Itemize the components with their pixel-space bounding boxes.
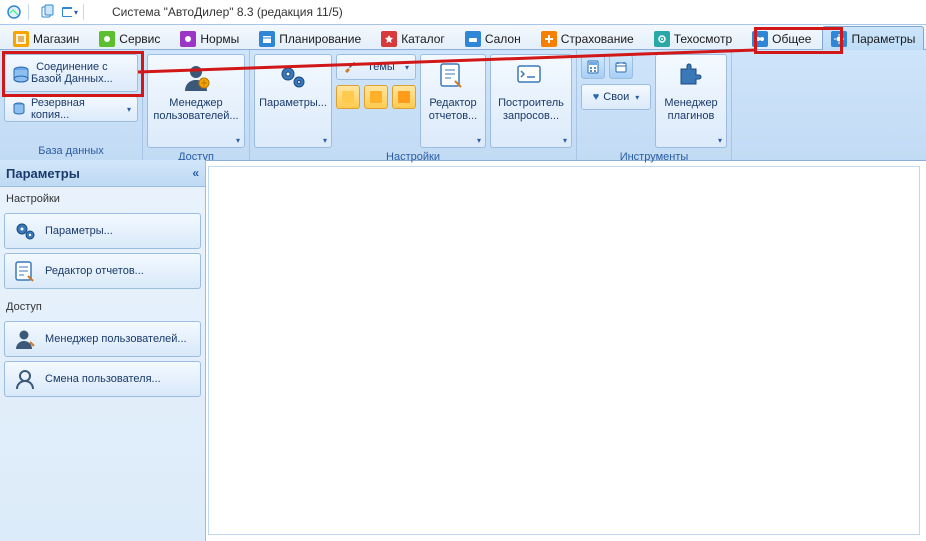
theme-swatches — [336, 84, 416, 110]
db-connection-button[interactable]: Соединение сБазой Данных... — [4, 54, 138, 92]
tab-salon[interactable]: Салон — [456, 26, 530, 50]
tab-inspection[interactable]: Техосмотр — [645, 26, 741, 50]
plugin-manager-button[interactable]: Менеджерплагинов ▾ — [655, 54, 727, 148]
tab-common[interactable]: Общее — [743, 26, 820, 50]
ribbon-group-label: База данных — [4, 142, 138, 160]
sidebar-collapse-icon[interactable]: « — [192, 166, 199, 180]
tab-parameters[interactable]: Параметры — [822, 26, 924, 50]
brush-icon — [343, 59, 359, 75]
own-tools-dropdown[interactable]: ♥ Свои▾ — [581, 84, 651, 110]
tab-catalog[interactable]: Каталог — [372, 26, 454, 50]
database-icon — [11, 65, 27, 81]
content-area: Параметры « Настройки Параметры... Редак… — [0, 160, 926, 541]
ribbon-group-settings: Параметры... ▾ Темы▾ Редакторотчетов... … — [250, 50, 577, 160]
user-manager-icon — [13, 327, 37, 351]
report-icon — [437, 61, 469, 93]
copy-icon[interactable] — [37, 2, 57, 22]
puzzle-icon — [675, 61, 707, 93]
app-icon[interactable] — [4, 2, 24, 22]
calendar-icon[interactable] — [609, 55, 633, 79]
parameters-button[interactable]: Параметры... ▾ — [254, 54, 332, 148]
tab-norms[interactable]: Нормы — [171, 26, 248, 50]
sidebar: Параметры « Настройки Параметры... Редак… — [0, 160, 206, 541]
database-backup-icon — [11, 101, 27, 117]
sidebar-btn-report-editor[interactable]: Редактор отчетов... — [4, 253, 201, 289]
sidebar-header: Параметры « — [0, 160, 205, 187]
main-panel — [208, 166, 920, 535]
themes-dropdown[interactable]: Темы▾ — [336, 54, 416, 80]
user-manager-button[interactable]: Менеджерпользователей... ▾ — [147, 54, 245, 148]
ribbon-group-database: Соединение сБазой Данных... Резервная ко… — [0, 50, 143, 160]
user-manager-icon — [180, 61, 212, 93]
gears-icon — [277, 61, 309, 93]
theme-swatch-2[interactable] — [364, 85, 388, 109]
tab-insurance[interactable]: Страхование — [532, 26, 643, 50]
app-title: Система "АвтоДилер" 8.3 (редакция 11/5) — [112, 5, 343, 19]
windows-icon[interactable]: ▾ — [59, 2, 79, 22]
title-bar: ▾ Система "АвтоДилер" 8.3 (редакция 11/5… — [0, 0, 926, 25]
tab-planning[interactable]: Планирование — [250, 26, 370, 50]
ribbon-group-tools: ♥ Свои▾ Менеджерплагинов ▾ Инструменты — [577, 50, 732, 160]
heart-icon: ♥ — [593, 91, 600, 103]
sidebar-btn-parameters[interactable]: Параметры... — [4, 213, 201, 249]
theme-swatch-3[interactable] — [392, 85, 416, 109]
ribbon-tabstrip: Магазин Сервис Нормы Планирование Катало… — [0, 25, 926, 50]
sidebar-btn-user-manager[interactable]: Менеджер пользователей... — [4, 321, 201, 357]
gears-icon — [13, 219, 37, 243]
tab-store[interactable]: Магазин — [4, 26, 88, 50]
report-editor-button[interactable]: Редакторотчетов... ▾ — [420, 54, 486, 148]
sidebar-btn-switch-user[interactable]: Смена пользователя... — [4, 361, 201, 397]
query-builder-button[interactable]: Построительзапросов... ▾ — [490, 54, 572, 148]
theme-swatch-1[interactable] — [336, 85, 360, 109]
report-icon — [13, 259, 37, 283]
calculator-icon[interactable] — [581, 55, 605, 79]
query-icon — [515, 61, 547, 93]
ribbon: Соединение сБазой Данных... Резервная ко… — [0, 50, 926, 161]
ribbon-group-access: Менеджерпользователей... ▾ Доступ — [143, 50, 250, 160]
db-backup-button[interactable]: Резервная копия...▾ — [4, 96, 138, 122]
sidebar-title: Параметры — [6, 166, 80, 181]
tab-service[interactable]: Сервис — [90, 26, 169, 50]
switch-user-icon — [13, 367, 37, 391]
sidebar-section-settings: Настройки — [4, 189, 201, 209]
sidebar-section-access: Доступ — [4, 297, 201, 317]
